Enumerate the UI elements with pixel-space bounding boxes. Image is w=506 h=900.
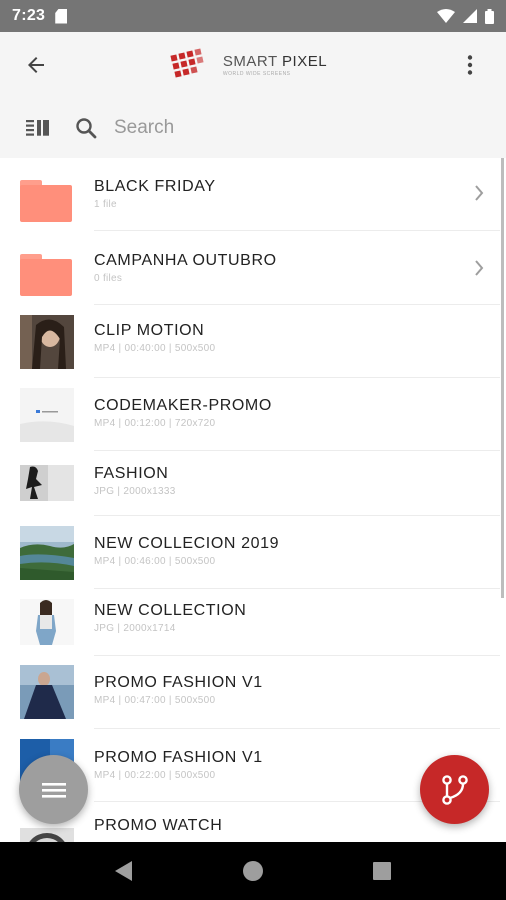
- status-time: 7:23: [12, 7, 46, 24]
- item-meta: JPG | 2000x1714: [94, 623, 176, 634]
- menu-fab-button[interactable]: [19, 755, 88, 824]
- wifi-icon: [437, 9, 455, 23]
- battery-icon: [485, 8, 494, 24]
- item-name: CAMPANHA OUTUBRO: [94, 252, 277, 269]
- thumbnail-image: [20, 828, 74, 842]
- list-item[interactable]: FASHION JPG | 2000x1333: [0, 451, 500, 516]
- thumbnail-image: [20, 465, 74, 501]
- app-bar: SMART PIXEL WORLD WIDE SCREENS: [0, 32, 506, 98]
- nav-recents-icon[interactable]: [373, 862, 392, 880]
- scrollbar[interactable]: [501, 158, 504, 598]
- search-input[interactable]: [114, 117, 414, 139]
- status-bar: 7:23: [0, 0, 506, 32]
- logo-subtitle: WORLD WIDE SCREENS: [222, 71, 291, 77]
- item-meta: 1 file: [94, 199, 117, 210]
- network-nodes-icon: [441, 774, 468, 805]
- thumbnail-image: [20, 599, 74, 645]
- list-item[interactable]: BLACK FRIDAY 1 file: [0, 158, 500, 231]
- logo-title-light: SMART: [222, 53, 283, 70]
- magnifier-glyph: [76, 118, 97, 139]
- view-mode-button[interactable]: [20, 110, 56, 146]
- logo-mark-icon: [170, 48, 204, 78]
- menu-icon: [41, 782, 66, 798]
- item-name: PROMO FASHION V1: [94, 674, 263, 691]
- item-name: NEW COLLECION 2019: [94, 535, 280, 552]
- logo-text: SMART PIXEL WORLD WIDE SCREENS: [223, 53, 327, 77]
- sd-card-icon: [55, 8, 68, 24]
- list-item[interactable]: PROMO FASHION V1 MP4 | 00:47:00 | 500x50…: [0, 656, 500, 729]
- item-name: FASHION: [94, 465, 169, 482]
- item-name: PROMO FASHION V1: [94, 749, 263, 766]
- item-name: CODEMAKER-PROMO: [94, 397, 272, 414]
- app-logo: SMART PIXEL WORLD WIDE SCREENS: [62, 47, 434, 83]
- file-list: BLACK FRIDAY 1 file CAMPANHA OUTUBRO 0 f…: [0, 158, 506, 842]
- list-item[interactable]: CLIP MOTION MP4 | 00:40:00 | 500x500: [0, 305, 500, 378]
- folder-icon: [20, 174, 74, 228]
- system-nav-bar: [0, 842, 506, 900]
- list-item[interactable]: CODEMAKER-PROMO MP4 | 00:12:00 | 720x720: [0, 378, 500, 451]
- connect-fab-button[interactable]: [420, 755, 489, 824]
- list-view-icon: [26, 120, 49, 136]
- chevron-right-icon: [475, 260, 484, 276]
- list-item[interactable]: CAMPANHA OUTUBRO 0 files: [0, 231, 500, 305]
- thumbnail-image: [20, 526, 74, 580]
- back-arrow-icon: [28, 57, 44, 73]
- item-meta: MP4 | 00:46:00 | 500x500: [94, 556, 216, 567]
- list-item[interactable]: NEW COLLECION 2019 MP4 | 00:46:00 | 500x…: [0, 516, 500, 589]
- item-meta: MP4 | 00:40:00 | 500x500: [94, 343, 216, 354]
- item-name: CLIP MOTION: [94, 322, 205, 339]
- search-icon[interactable]: [68, 110, 104, 146]
- item-meta: 0 files: [94, 273, 123, 284]
- thumbnail-image: [20, 665, 74, 719]
- logo-title-bold: PIXEL: [282, 53, 328, 70]
- item-meta: MP4 | 00:22:00 | 500x500: [94, 770, 216, 781]
- search-bar: [0, 98, 506, 158]
- logo-title: SMART PIXEL: [223, 53, 327, 70]
- item-name: PROMO WATCH: [94, 817, 223, 834]
- folder-icon: [20, 248, 74, 302]
- item-meta: MP4 | 00:47:00 | 500x500: [94, 695, 216, 706]
- status-icons: [437, 8, 494, 24]
- more-vert-icon: [467, 55, 473, 75]
- cellular-icon: [463, 9, 477, 23]
- thumbnail-image: [20, 388, 74, 442]
- list-item[interactable]: NEW COLLECTION JPG | 2000x1714: [0, 589, 500, 656]
- nav-home-icon[interactable]: [242, 860, 264, 882]
- item-meta: MP4 | 00:12:00 | 720x720: [94, 418, 216, 429]
- item-name: NEW COLLECTION: [94, 602, 247, 619]
- thumbnail-image: [20, 315, 74, 369]
- chevron-right-icon: [475, 185, 484, 201]
- nav-back-icon[interactable]: [114, 861, 133, 881]
- more-options-button[interactable]: [434, 32, 506, 98]
- item-meta: JPG | 2000x1333: [94, 486, 176, 497]
- item-name: BLACK FRIDAY: [94, 178, 216, 195]
